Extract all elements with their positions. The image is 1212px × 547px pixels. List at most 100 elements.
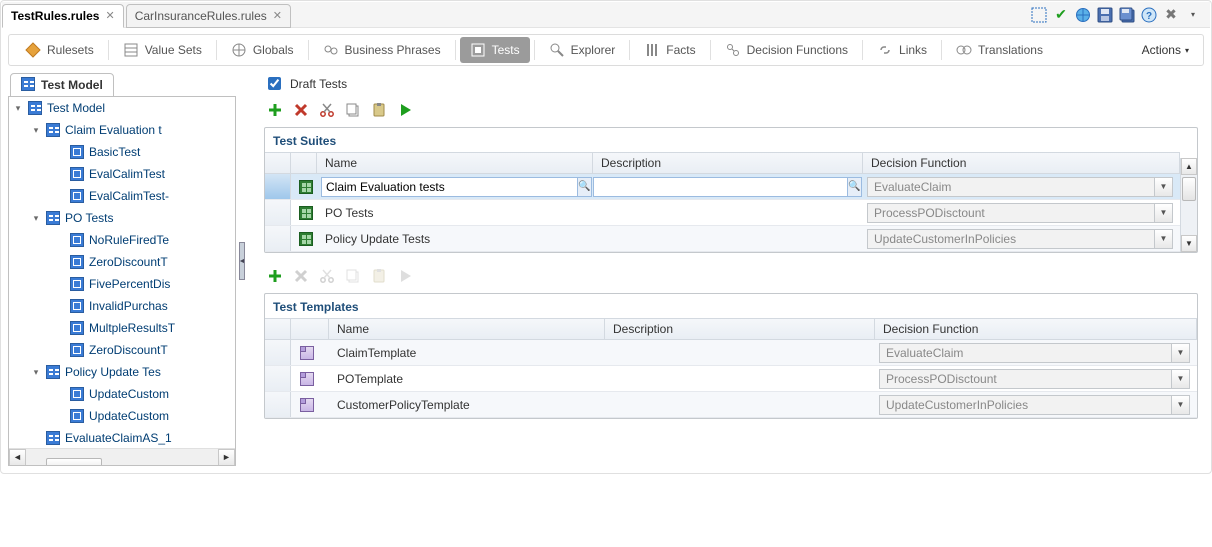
tab-globals[interactable]: Globals [221,37,304,63]
decisionfunction-select[interactable]: ProcessPODisctount▼ [867,203,1173,223]
description-cell[interactable] [605,392,875,417]
chevron-down-icon[interactable]: ▼ [1155,229,1173,249]
tab-valuesets[interactable]: Value Sets [113,37,212,63]
decisionfunction-cell[interactable]: UpdateCustomerInPolicies▼ [863,226,1180,251]
chevron-down-icon[interactable]: ▼ [1172,343,1190,363]
file-tab-carinsurance[interactable]: CarInsuranceRules.rules ✕ [126,4,291,28]
tree-node[interactable]: ZeroDiscountT [9,339,235,361]
tab-facts[interactable]: Facts [634,37,705,63]
collapse-icon[interactable]: ▾ [13,103,23,113]
name-header[interactable]: Name [329,319,605,339]
tree-node[interactable]: ▾Claim Evaluation t [9,119,235,141]
close-editor-icon[interactable]: ✖ [1162,6,1180,24]
tab-businessphrases[interactable]: Business Phrases [313,37,451,63]
tree-node[interactable]: ▾Test Model [9,97,235,119]
lookup-icon[interactable]: 🔍 [847,177,862,197]
decisionfunction-header[interactable]: Decision Function [875,319,1197,339]
actions-menu[interactable]: Actions ▾ [1134,43,1197,57]
row-selector[interactable] [265,392,291,417]
row-selector[interactable] [265,226,291,251]
decisionfunction-cell[interactable]: EvaluateClaim▼ [875,340,1197,365]
description-cell[interactable] [593,226,863,251]
tree-node[interactable]: EvaluateClaimAS_1 [9,427,235,449]
cut-button[interactable] [316,99,338,121]
tab-translations[interactable]: Translations [946,37,1053,63]
vertical-scrollbar[interactable]: ▲ ▼ [1180,158,1197,252]
table-row[interactable]: POTemplate ProcessPODisctount▼ [265,366,1197,392]
row-selector[interactable] [265,340,291,365]
table-row[interactable]: ClaimTemplate EvaluateClaim▼ [265,340,1197,366]
help-icon[interactable]: ? [1140,6,1158,24]
close-icon[interactable]: ✕ [105,9,114,22]
select-all-header[interactable] [265,153,291,173]
name-cell[interactable]: CustomerPolicyTemplate [329,392,605,417]
name-cell[interactable]: PO Tests [317,200,593,225]
scroll-up-icon[interactable]: ▲ [1181,158,1197,175]
description-cell[interactable] [593,200,863,225]
tree-node[interactable]: ▾PO Tests [9,207,235,229]
decisionfunction-select[interactable]: ProcessPODisctount▼ [879,369,1190,389]
draft-tests-checkbox[interactable] [268,77,281,90]
scroll-thumb[interactable] [46,458,102,466]
dropdown-caret-icon[interactable]: ▾ [1184,6,1202,24]
save-all-icon[interactable] [1118,6,1136,24]
decisionfunction-select[interactable]: EvaluateClaim▼ [867,177,1173,197]
name-header[interactable]: Name [317,153,593,173]
validate-icon[interactable]: ✔ [1052,6,1070,24]
tree-node[interactable]: BasicTest [9,141,235,163]
collapse-icon[interactable]: ▾ [31,367,41,377]
collapse-icon[interactable]: ▾ [31,213,41,223]
description-cell[interactable] [605,340,875,365]
tree-view[interactable]: ▾Test Model▾Claim Evaluation tBasicTestE… [9,97,235,449]
paste-button[interactable] [368,99,390,121]
tree-node[interactable]: MultpleResultsT [9,317,235,339]
collapse-icon[interactable]: ▾ [31,125,41,135]
file-tab-testrules[interactable]: TestRules.rules ✕ [2,4,124,28]
scroll-down-icon[interactable]: ▼ [1181,235,1197,252]
tree-node[interactable]: EvalCalimTest- [9,185,235,207]
tab-links[interactable]: Links [867,37,937,63]
row-selector[interactable] [265,174,291,199]
decisionfunction-cell[interactable]: ProcessPODisctount▼ [863,200,1180,225]
tree-node[interactable]: FivePercentDis [9,273,235,295]
table-row[interactable]: 🔍🔍EvaluateClaim▼ [265,174,1180,200]
description-input[interactable] [593,177,848,197]
select-all-header[interactable] [265,319,291,339]
table-row[interactable]: PO Tests ProcessPODisctount▼ [265,200,1180,226]
add-button[interactable] [264,99,286,121]
save-icon[interactable] [1096,6,1114,24]
delete-button[interactable] [290,99,312,121]
scroll-thumb[interactable] [1182,177,1196,201]
globe-icon[interactable] [1074,6,1092,24]
tree-node[interactable]: ZeroDiscountT [9,251,235,273]
chevron-down-icon[interactable]: ▼ [1155,177,1173,197]
row-selector[interactable] [265,366,291,391]
tree-node[interactable]: NoRuleFiredTe [9,229,235,251]
name-input[interactable] [321,177,578,197]
tree-node[interactable]: InvalidPurchas [9,295,235,317]
description-cell[interactable]: 🔍 [593,174,863,199]
name-cell[interactable]: Policy Update Tests [317,226,593,251]
decisionfunction-cell[interactable]: EvaluateClaim▼ [863,174,1180,199]
copy-button[interactable] [342,99,364,121]
decisionfunction-cell[interactable]: ProcessPODisctount▼ [875,366,1197,391]
tab-decisionfunctions[interactable]: Decision Functions [715,37,858,63]
name-cell[interactable]: ClaimTemplate [329,340,605,365]
scroll-left-icon[interactable]: ◄ [9,449,26,466]
decisionfunction-select[interactable]: EvaluateClaim▼ [879,343,1190,363]
table-row[interactable]: CustomerPolicyTemplate UpdateCustomerInPo… [265,392,1197,418]
tree-node[interactable]: EvalCalimTest [9,163,235,185]
edit-icon[interactable] [1030,6,1048,24]
description-header[interactable]: Description [593,153,863,173]
description-header[interactable]: Description [605,319,875,339]
name-cell[interactable]: POTemplate [329,366,605,391]
description-cell[interactable] [605,366,875,391]
horizontal-scrollbar[interactable]: ◄ ► [9,448,235,465]
decisionfunction-select[interactable]: UpdateCustomerInPolicies▼ [879,395,1190,415]
run-button[interactable] [394,99,416,121]
add-button[interactable] [264,265,286,287]
tab-explorer[interactable]: Explorer [539,37,626,63]
chevron-down-icon[interactable]: ▼ [1155,203,1173,223]
collapse-handle-icon[interactable]: ◄ [239,242,245,280]
name-cell[interactable]: 🔍 [317,174,593,199]
